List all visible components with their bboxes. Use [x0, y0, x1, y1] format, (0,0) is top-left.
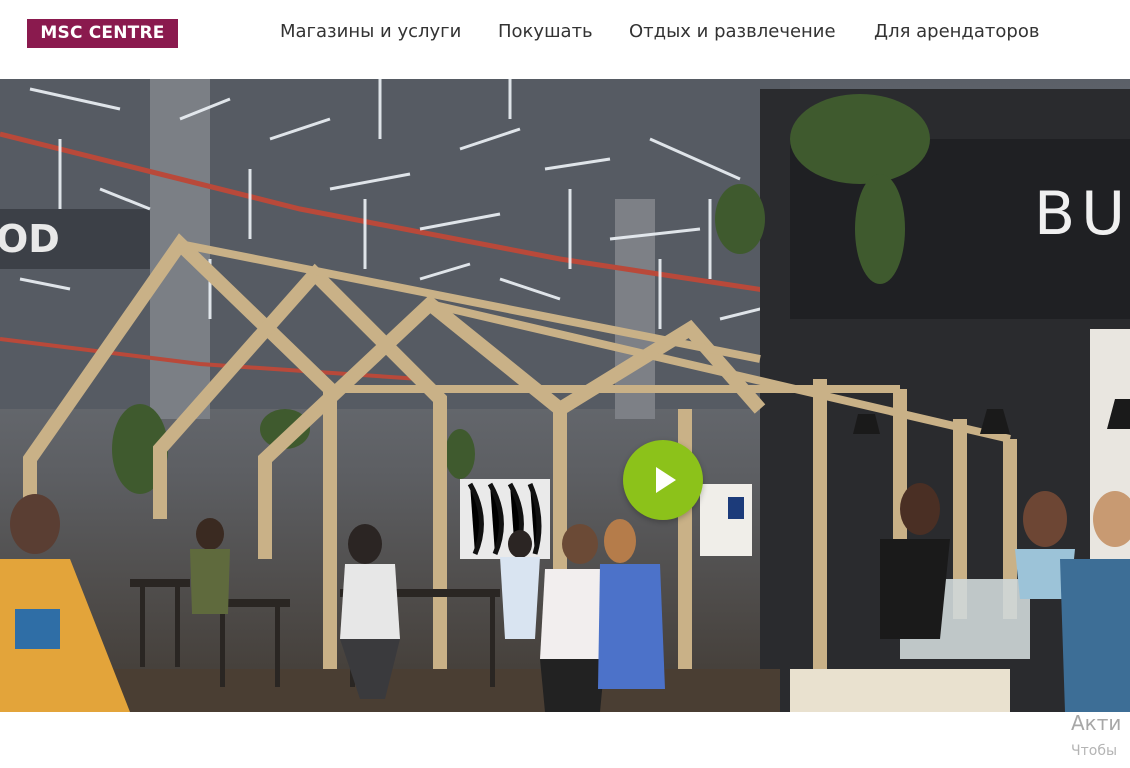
- storefront-sign-left-text: OD: [0, 217, 60, 261]
- hero-image: OD BU: [0, 79, 1130, 712]
- nav-leisure[interactable]: Отдых и развлечение: [629, 20, 836, 44]
- storefront-sign-right-text: BU: [1034, 179, 1130, 249]
- nav-food[interactable]: Покушать: [498, 20, 593, 44]
- nav-tenants[interactable]: Для арендаторов: [874, 20, 1039, 44]
- play-button[interactable]: [623, 440, 703, 520]
- windows-activation-watermark-text: Чтобы: [1071, 743, 1118, 759]
- hero-video[interactable]: OD BU: [0, 79, 1130, 712]
- art-poster: [700, 484, 752, 556]
- windows-activation-watermark-title: Акти: [1071, 711, 1122, 735]
- art-poster-shape: [728, 497, 744, 519]
- nav-shops-services[interactable]: Магазины и услуги: [280, 20, 461, 44]
- logo[interactable]: MSC CENTRE: [27, 19, 178, 48]
- site-header: MSC CENTRE Магазины и услуги Покушать От…: [0, 0, 1130, 78]
- food-counter: [790, 669, 1010, 712]
